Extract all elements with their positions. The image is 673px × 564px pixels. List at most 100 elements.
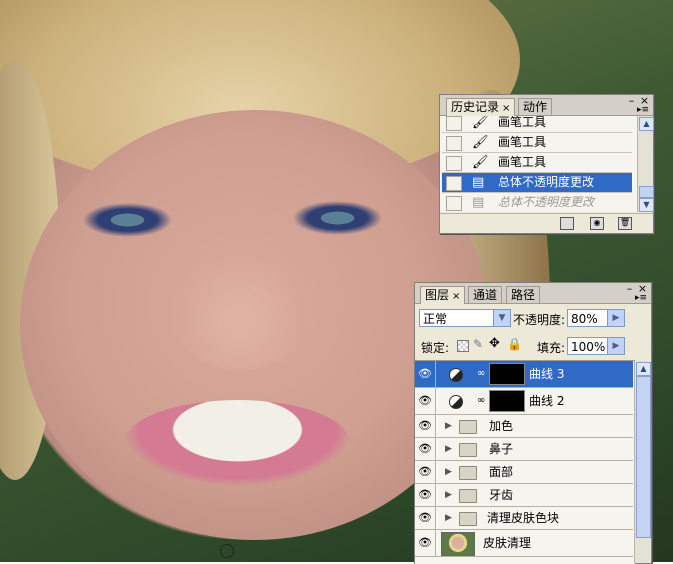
scroll-down-icon[interactable]: ▼ xyxy=(639,198,654,212)
minimize-icon[interactable]: – xyxy=(624,283,635,294)
close-tab-icon[interactable]: × xyxy=(452,291,460,302)
tab-history-label: 历史记录 xyxy=(451,100,500,114)
expand-triangle-icon[interactable]: ▶ xyxy=(445,507,452,529)
brush-icon: 🖌 xyxy=(472,155,489,170)
lock-position-icon[interactable]: ✥ xyxy=(489,336,500,351)
trash-icon[interactable]: 🗑 xyxy=(618,217,632,230)
layers-panel: 图层 × 通道 路径 – × ▸≡ 正常 ▼ 不透明度: 80% ▶ 锁定: ✎ … xyxy=(414,282,652,564)
fill-value: 100% xyxy=(571,340,606,354)
folder-icon xyxy=(459,420,477,434)
lock-transparency-icon[interactable] xyxy=(457,340,469,352)
expand-triangle-icon[interactable]: ▶ xyxy=(445,438,452,460)
folder-icon xyxy=(459,489,477,503)
opacity-label: 不透明度: xyxy=(513,313,566,327)
tab-paths-label: 路径 xyxy=(511,288,536,302)
tab-actions[interactable]: 动作 xyxy=(518,98,553,115)
scroll-up-icon[interactable]: ▲ xyxy=(636,362,651,376)
panel-menu-icon[interactable]: ▸≡ xyxy=(635,294,647,303)
layer-name: 曲线 2 xyxy=(529,394,565,408)
layers-list: 👁 ∞ 曲线 3 👁 ∞ 曲线 2 👁 ▶ 加色 👁 ▶ 鼻子 👁 ▶ 面部 👁… xyxy=(415,360,635,564)
scroll-up-icon[interactable]: ▲ xyxy=(639,117,654,131)
layers-tabbar: 图层 × 通道 路径 – × ▸≡ xyxy=(415,283,651,304)
nose xyxy=(170,250,310,370)
layers-scrollbar[interactable]: ▲ xyxy=(634,361,651,563)
left-eye xyxy=(75,200,180,240)
expand-triangle-icon[interactable]: ▶ xyxy=(445,484,452,506)
eye-icon[interactable]: 👁 xyxy=(415,388,436,414)
adjustment-layer-icon xyxy=(449,395,463,409)
opacity-input[interactable]: 80% ▶ xyxy=(567,309,625,327)
mouth xyxy=(125,400,350,485)
layer-row-curves-3[interactable]: 👁 ∞ 曲线 3 xyxy=(415,361,633,388)
tab-channels-label: 通道 xyxy=(473,288,498,302)
snapshot-checkbox[interactable] xyxy=(446,176,462,191)
layer-thumbnail[interactable] xyxy=(441,532,475,556)
lock-image-icon[interactable]: ✎ xyxy=(473,337,483,351)
new-document-icon[interactable] xyxy=(560,217,574,230)
snapshot-checkbox[interactable] xyxy=(446,116,462,131)
eye-icon[interactable]: 👁 xyxy=(415,484,436,506)
brush-icon: 🖌 xyxy=(472,135,489,150)
layer-row-curves-2[interactable]: 👁 ∞ 曲线 2 xyxy=(415,388,633,415)
layer-group-row[interactable]: 👁 ▶ 鼻子 xyxy=(415,438,633,461)
history-item[interactable]: 🖌 画笔工具 xyxy=(442,116,632,133)
snapshot-checkbox[interactable] xyxy=(446,156,462,171)
tab-layers-label: 图层 xyxy=(425,288,450,302)
layer-name: 面部 xyxy=(489,465,514,479)
chevron-down-icon[interactable]: ▼ xyxy=(493,310,510,326)
fill-slider-icon[interactable]: ▶ xyxy=(607,338,624,354)
expand-triangle-icon[interactable]: ▶ xyxy=(445,415,452,437)
right-eye xyxy=(285,198,390,238)
history-item-label: 画笔工具 xyxy=(498,116,547,129)
eye-icon[interactable]: 👁 xyxy=(415,361,436,387)
snapshot-icon[interactable]: ◉ xyxy=(590,217,604,230)
tab-channels[interactable]: 通道 xyxy=(468,286,503,303)
history-list: 🖌 画笔工具 🖌 画笔工具 🖌 画笔工具 ▤ 总体不透明度更改 ▤ 总体不透明度… xyxy=(440,116,638,212)
history-item-undone[interactable]: ▤ 总体不透明度更改 xyxy=(442,193,632,212)
history-scrollbar[interactable]: ▲ ▼ xyxy=(637,116,654,212)
fill-input[interactable]: 100% ▶ xyxy=(567,337,625,355)
history-item[interactable]: 🖌 画笔工具 xyxy=(442,133,632,153)
layer-name: 加色 xyxy=(489,419,514,433)
layer-name: 皮肤清理 xyxy=(483,536,532,550)
eye-icon[interactable]: 👁 xyxy=(415,438,436,460)
panel-menu-icon[interactable]: ▸≡ xyxy=(637,106,649,115)
minimize-icon[interactable]: – xyxy=(626,95,637,106)
scroll-thumb[interactable] xyxy=(639,186,654,198)
layer-group-row[interactable]: 👁 ▶ 清理皮肤色块 xyxy=(415,507,633,530)
layer-group-row[interactable]: 👁 ▶ 面部 xyxy=(415,461,633,484)
history-item-label: 总体不透明度更改 xyxy=(498,195,595,209)
history-state-icon: ▤ xyxy=(472,195,485,210)
layer-row-image[interactable]: 👁 皮肤清理 xyxy=(415,530,633,557)
history-item-label: 画笔工具 xyxy=(498,155,547,169)
snapshot-checkbox[interactable] xyxy=(446,136,462,151)
close-tab-icon[interactable]: × xyxy=(502,103,510,114)
chain-link-icon[interactable]: ∞ xyxy=(477,368,485,379)
lock-all-icon[interactable]: 🔒 xyxy=(507,337,522,351)
history-footer: ◉ 🗑 xyxy=(440,213,653,233)
snapshot-checkbox[interactable] xyxy=(446,196,462,211)
chain-link-icon[interactable]: ∞ xyxy=(477,395,485,406)
layer-mask-thumbnail[interactable] xyxy=(489,390,525,412)
history-item-selected[interactable]: ▤ 总体不透明度更改 xyxy=(442,173,632,193)
layer-name: 曲线 3 xyxy=(529,367,565,381)
layer-group-row[interactable]: 👁 ▶ 牙齿 xyxy=(415,484,633,507)
eye-icon[interactable]: 👁 xyxy=(415,461,436,483)
opacity-slider-icon[interactable]: ▶ xyxy=(607,310,624,326)
layer-group-row[interactable]: 👁 ▶ 加色 xyxy=(415,415,633,438)
eye-icon[interactable]: 👁 xyxy=(415,507,436,529)
tab-history[interactable]: 历史记录 × xyxy=(446,98,516,116)
history-item[interactable]: 🖌 画笔工具 xyxy=(442,153,632,173)
tab-paths[interactable]: 路径 xyxy=(506,286,541,303)
history-panel: 历史记录 × 动作 – × ▸≡ 🖌 画笔工具 🖌 画笔工具 🖌 画笔工具 ▤ 总… xyxy=(439,94,654,234)
layer-mask-thumbnail[interactable] xyxy=(489,363,525,385)
history-state-icon: ▤ xyxy=(472,175,485,190)
crosshair-cursor-icon xyxy=(220,544,234,558)
tab-layers[interactable]: 图层 × xyxy=(420,286,466,304)
scroll-thumb[interactable] xyxy=(636,376,651,538)
expand-triangle-icon[interactable]: ▶ xyxy=(445,461,452,483)
eye-icon[interactable]: 👁 xyxy=(415,415,436,437)
opacity-value: 80% xyxy=(571,312,598,326)
blend-mode-select[interactable]: 正常 ▼ xyxy=(419,309,511,327)
eye-icon[interactable]: 👁 xyxy=(415,530,436,556)
